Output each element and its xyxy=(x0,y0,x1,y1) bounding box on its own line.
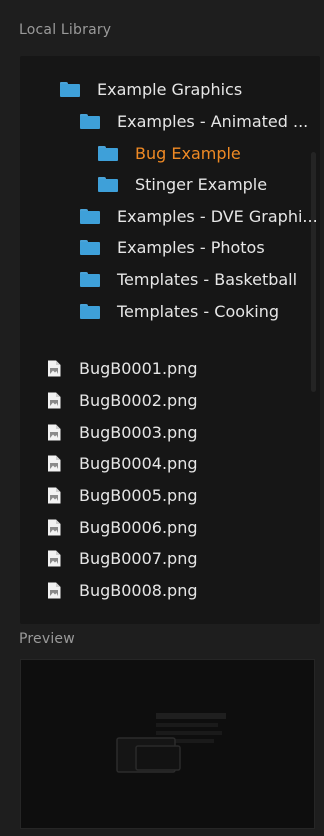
file-name: BugB0002.png xyxy=(79,390,198,410)
folder-icon xyxy=(98,145,118,161)
tree-item-example-graphics[interactable]: Example Graphics xyxy=(60,76,242,102)
file-item[interactable]: BugB0002.png xyxy=(47,387,198,413)
image-file-icon xyxy=(48,360,61,376)
library-scrollbar[interactable] xyxy=(311,152,316,392)
folder-icon xyxy=(80,239,100,255)
tree-item-templates-cooking[interactable]: Templates - Cooking xyxy=(80,298,279,324)
file-item[interactable]: BugB0003.png xyxy=(47,419,198,445)
file-name: BugB0004.png xyxy=(79,453,198,473)
file-item[interactable]: BugB0001.png xyxy=(47,355,198,381)
image-file-icon xyxy=(48,582,61,598)
file-name: BugB0006.png xyxy=(79,517,198,537)
tree-item-label: Example Graphics xyxy=(97,79,243,99)
file-item[interactable]: BugB0005.png xyxy=(47,482,198,508)
file-name: BugB0001.png xyxy=(79,358,198,378)
image-file-icon xyxy=(48,519,61,535)
tree-item-label: Examples - Photos xyxy=(117,237,265,257)
tree-item-label: Stinger Example xyxy=(135,174,268,194)
file-name: BugB0007.png xyxy=(79,548,198,568)
preview-pane xyxy=(20,659,315,829)
image-file-icon xyxy=(48,487,61,503)
image-file-icon xyxy=(48,392,61,408)
folder-icon xyxy=(80,113,100,129)
tree-item-label: Bug Example xyxy=(135,143,241,163)
image-file-icon xyxy=(48,424,61,440)
preview-thumbnail xyxy=(116,713,226,773)
folder-icon xyxy=(80,271,100,287)
folder-icon xyxy=(80,303,100,319)
tree-item-label: Examples - Animated ... xyxy=(117,111,309,131)
tree-item-bug-example[interactable]: Bug Example xyxy=(98,140,241,166)
folder-icon xyxy=(98,176,118,192)
image-file-icon xyxy=(48,455,61,471)
file-name: BugB0003.png xyxy=(79,422,198,442)
tree-item-examples-photos[interactable]: Examples - Photos xyxy=(80,234,265,260)
file-item[interactable]: BugB0004.png xyxy=(47,450,198,476)
file-name: BugB0005.png xyxy=(79,485,198,505)
file-item[interactable]: BugB0006.png xyxy=(47,514,198,540)
tree-item-stinger-example[interactable]: Stinger Example xyxy=(98,171,267,197)
tree-item-examples-dve-graphics[interactable]: Examples - DVE Graphi... xyxy=(80,203,318,229)
tree-item-examples-animated[interactable]: Examples - Animated ... xyxy=(80,108,308,134)
image-file-icon xyxy=(48,550,61,566)
file-name: BugB0008.png xyxy=(79,580,198,600)
folder-icon xyxy=(60,81,80,97)
file-item[interactable]: BugB0007.png xyxy=(47,545,198,571)
tree-item-label: Templates - Cooking xyxy=(117,301,280,321)
file-item[interactable]: BugB0008.png xyxy=(47,577,198,603)
folder-icon xyxy=(80,208,100,224)
local-library-title: Local Library xyxy=(19,22,112,38)
tree-item-templates-basketball[interactable]: Templates - Basketball xyxy=(80,266,297,292)
local-library-panel: Local Library Example Graphics Examples … xyxy=(0,0,324,836)
tree-item-label: Examples - DVE Graphi... xyxy=(117,206,318,226)
preview-title: Preview xyxy=(19,631,75,647)
tree-item-label: Templates - Basketball xyxy=(117,269,298,289)
